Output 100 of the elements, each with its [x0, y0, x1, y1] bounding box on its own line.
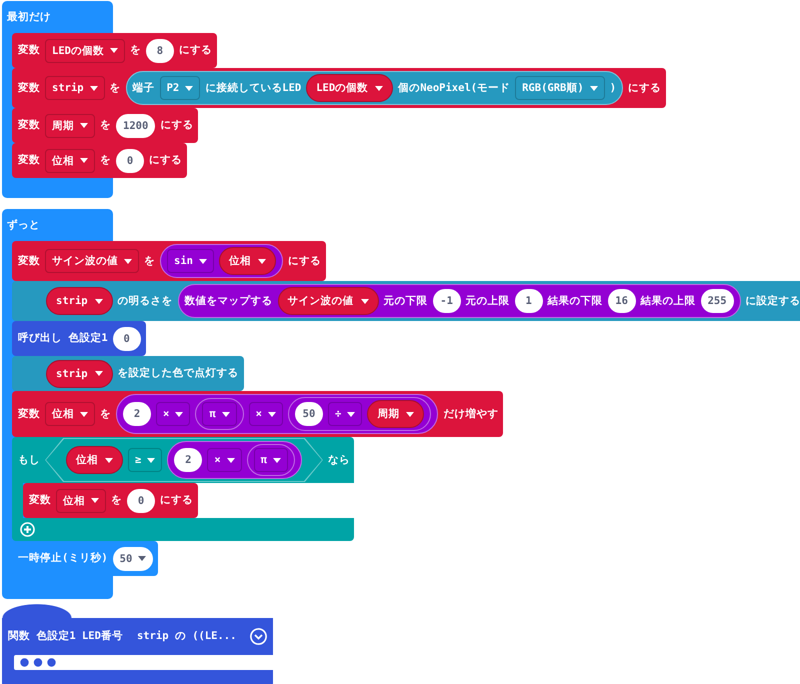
caret-icon [90, 86, 98, 90]
variable-dropdown[interactable]: LEDの個数 [306, 74, 394, 102]
number-field[interactable]: 50 [294, 402, 323, 426]
dropdown-field[interactable]: 位相 [45, 402, 95, 426]
number-dropdown[interactable]: 50 [112, 546, 154, 570]
dropdown-field[interactable]: ÷ [328, 402, 362, 426]
caret-icon [590, 86, 598, 90]
block-label: 結果の下限 [548, 294, 603, 308]
dropdown-field[interactable]: LEDの個数 [45, 38, 125, 62]
dropdown-field[interactable]: π [254, 448, 288, 472]
ellipsis-icon [20, 658, 56, 667]
caret-icon [406, 412, 414, 416]
block-label: にする [160, 118, 194, 133]
block-label: 変数 [18, 118, 40, 133]
block-label: ) [610, 80, 616, 96]
block-label: にする [149, 153, 182, 168]
caret-icon [268, 412, 276, 416]
block-label: を [100, 153, 111, 168]
block-label: を [100, 406, 111, 422]
block-label: 関数 色設定1 LED番号 [8, 629, 123, 644]
block-label: 変数 [29, 493, 51, 508]
caret-icon [94, 298, 103, 304]
caret-icon [226, 458, 235, 462]
block-label: にする [628, 80, 662, 96]
caret-icon [347, 412, 356, 416]
dropdown-field[interactable]: RGB(GRB順) [515, 76, 605, 100]
dropdown-field[interactable]: 位相 [45, 148, 95, 172]
variable-dropdown[interactable]: 周期 [367, 400, 424, 428]
dropdown-field[interactable]: 位相 [56, 488, 106, 512]
block-label: 結果の上限 [640, 294, 696, 308]
dropdown-field[interactable]: × [248, 402, 283, 426]
number-field[interactable]: 1 [514, 289, 543, 313]
block-label: strip の ((LE... [136, 629, 236, 644]
block-label: ずっと [7, 218, 40, 232]
number-field[interactable]: 0 [127, 488, 155, 512]
caret-icon [272, 458, 281, 462]
block-label: を設定した色で点灯する [118, 366, 239, 381]
caret-icon [105, 458, 113, 462]
block-label: にする [160, 493, 193, 508]
block-label: 変数 [18, 80, 40, 96]
dropdown-field[interactable]: × [207, 448, 242, 472]
number-field[interactable]: -1 [432, 289, 461, 313]
caret-icon [258, 258, 266, 264]
block-label: 元の下限 [384, 294, 428, 308]
variable-dropdown[interactable]: 位相 [218, 247, 276, 275]
block-label: を [100, 118, 111, 133]
caret-icon [80, 412, 88, 416]
number-field[interactable]: 8 [146, 38, 174, 62]
block-label: にする [178, 43, 212, 58]
caret-icon [124, 258, 132, 264]
block-label: を [111, 493, 122, 508]
variable-dropdown[interactable]: strip [46, 360, 113, 388]
block-label: 最初だけ [7, 10, 51, 24]
variable-dropdown[interactable]: strip [46, 287, 113, 315]
block-label: 変数 [18, 43, 40, 58]
number-field[interactable]: 0 [112, 326, 141, 350]
number-field[interactable]: 2 [123, 402, 151, 426]
block-label: なら [328, 452, 350, 468]
number-field[interactable]: 1200 [116, 114, 156, 138]
caret-icon [138, 556, 146, 561]
caret-icon [94, 371, 103, 376]
block-label: 数値をマップする [184, 294, 273, 308]
dropdown-field[interactable]: strip [45, 76, 105, 100]
block-label: 一時停止(ミリ秒) [18, 551, 108, 566]
block-label: を [110, 80, 121, 96]
caret-icon [185, 86, 194, 90]
dropdown-field[interactable]: × [156, 402, 190, 426]
caret-icon [360, 298, 369, 304]
block-label: を [144, 254, 155, 268]
number-field[interactable]: 0 [116, 148, 144, 172]
block-label: 端子 [132, 80, 155, 96]
block-label: 変数 [18, 254, 40, 268]
plus-circle-icon[interactable] [20, 522, 35, 537]
block-label: 呼び出し 色設定1 [18, 331, 108, 346]
block-label: を [130, 43, 141, 58]
caret-icon [80, 123, 88, 128]
caret-icon [375, 86, 384, 90]
caret-icon [198, 258, 207, 264]
caret-icon [110, 48, 118, 53]
caret-icon [80, 158, 88, 163]
block-label: に設定する [746, 294, 800, 308]
chevron-down-circle-icon[interactable] [250, 628, 268, 645]
collapsed-body[interactable] [14, 655, 274, 670]
block-label: 元の上限 [466, 294, 510, 308]
caret-icon [147, 458, 156, 462]
dropdown-field[interactable]: サイン波の値 [45, 249, 139, 273]
dropdown-field[interactable]: π [202, 402, 237, 426]
dropdown-field[interactable]: 周期 [45, 114, 95, 138]
caret-icon [91, 498, 99, 503]
variable-dropdown[interactable]: 位相 [66, 446, 123, 474]
block-label: 変数 [18, 153, 40, 168]
dropdown-field[interactable]: sin [167, 249, 214, 273]
block-label: 変数 [18, 406, 40, 422]
variable-dropdown[interactable]: サイン波の値 [278, 287, 379, 315]
number-field[interactable]: 255 [700, 289, 734, 313]
caret-icon [175, 412, 184, 416]
number-field[interactable]: 2 [174, 448, 202, 472]
dropdown-field[interactable]: P2 [160, 76, 200, 100]
number-field[interactable]: 16 [608, 289, 636, 313]
caret-icon [222, 412, 230, 416]
